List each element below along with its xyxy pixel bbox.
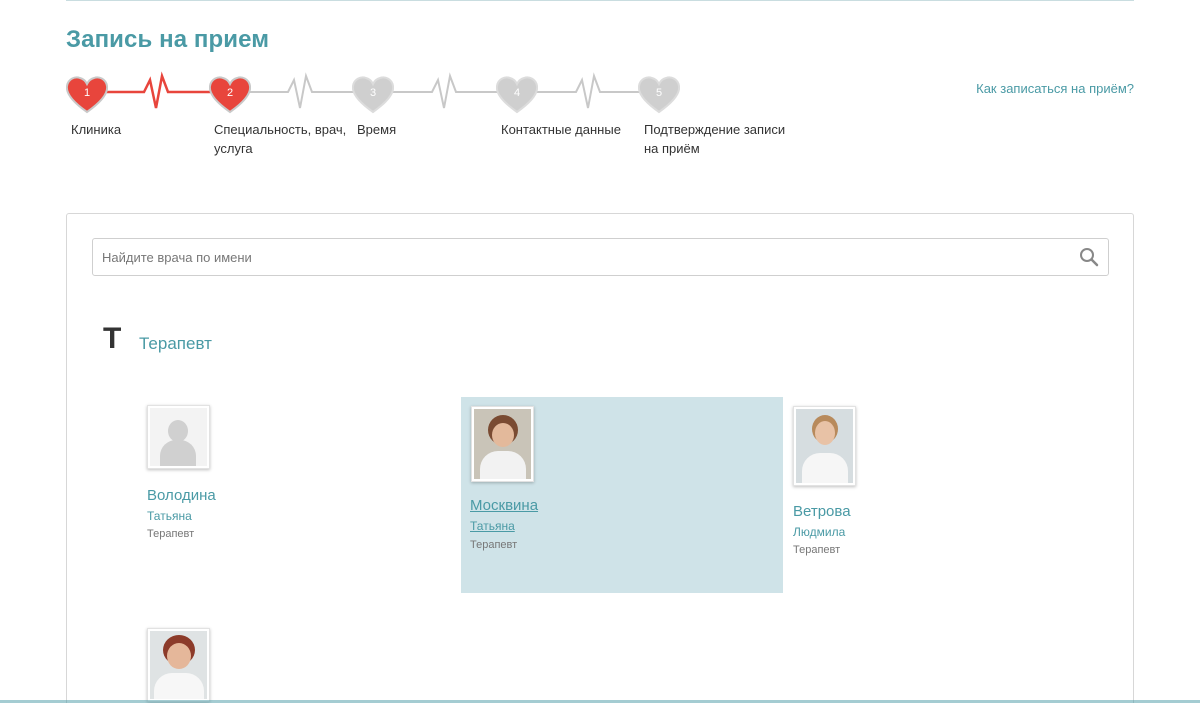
- step-1-label[interactable]: Клиника: [71, 120, 191, 139]
- doctor-search-input[interactable]: [93, 239, 1053, 275]
- doctor-last-name[interactable]: Володина: [147, 487, 216, 504]
- doctor-card-moskvina[interactable]: Москвина Татьяна Терапевт: [461, 397, 783, 593]
- doctor-portrait: [150, 631, 207, 699]
- step-3-heart-icon: 3: [351, 76, 395, 114]
- doctor-portrait: [796, 409, 853, 483]
- doctor-specialty: Терапевт: [147, 528, 195, 540]
- step-2-label[interactable]: Специальность, врач, услуга: [214, 120, 349, 158]
- step-5-number: 5: [655, 87, 663, 99]
- doctor-specialty: Терапевт: [793, 544, 841, 556]
- doctor-first-name[interactable]: Людмила: [793, 525, 845, 539]
- doctor-card-vetrova[interactable]: Ветрова Людмила Терапевт: [783, 397, 1105, 567]
- step-2-number: 2: [226, 87, 234, 99]
- step-5-label: Подтверждение записи на приём: [644, 122, 786, 156]
- how-to-book-link[interactable]: Как записаться на приём?: [976, 81, 1134, 96]
- doctor-search-box: [92, 238, 1109, 276]
- alphabet-letter: Т: [103, 322, 122, 355]
- page-title: Запись на прием: [66, 26, 270, 53]
- avatar-placeholder-icon: [150, 408, 207, 466]
- top-divider: [66, 0, 1134, 1]
- search-icon[interactable]: [1079, 247, 1099, 267]
- doctor-photo[interactable]: [147, 628, 210, 702]
- step-4-number: 4: [513, 87, 521, 99]
- step-3-label: Время: [357, 122, 397, 137]
- doctor-portrait: [474, 409, 531, 479]
- step-2-heart-icon[interactable]: 2: [208, 76, 252, 114]
- doctor-photo[interactable]: [471, 406, 534, 482]
- booking-steps: 1 2 3 4 5 Клиника Специальность, врач, у…: [65, 70, 785, 160]
- step-3-number: 3: [369, 87, 377, 99]
- doctor-photo[interactable]: [147, 405, 210, 469]
- doctor-first-name[interactable]: Татьяна: [470, 519, 515, 533]
- doctor-specialty: Терапевт: [470, 539, 518, 551]
- doctor-first-name[interactable]: Татьяна: [147, 509, 192, 523]
- doctor-last-name[interactable]: Москвина: [470, 497, 538, 514]
- step-1-heart-icon[interactable]: 1: [65, 76, 109, 114]
- step-4-label: Контактные данные: [501, 122, 621, 137]
- doctor-card-volodina[interactable]: Володина Татьяна Терапевт: [139, 397, 461, 540]
- doctor-card-4[interactable]: [139, 620, 461, 703]
- step-4-heart-icon: 4: [495, 76, 539, 114]
- step-5-heart-icon: 5: [637, 76, 681, 114]
- doctor-selection-panel: Т Терапевт Володина Татьяна Терапевт Мос…: [66, 213, 1134, 703]
- step-1-number: 1: [83, 87, 91, 99]
- doctor-last-name[interactable]: Ветрова: [793, 503, 851, 520]
- specialty-heading: Терапевт: [139, 334, 212, 353]
- doctor-photo[interactable]: [793, 406, 856, 486]
